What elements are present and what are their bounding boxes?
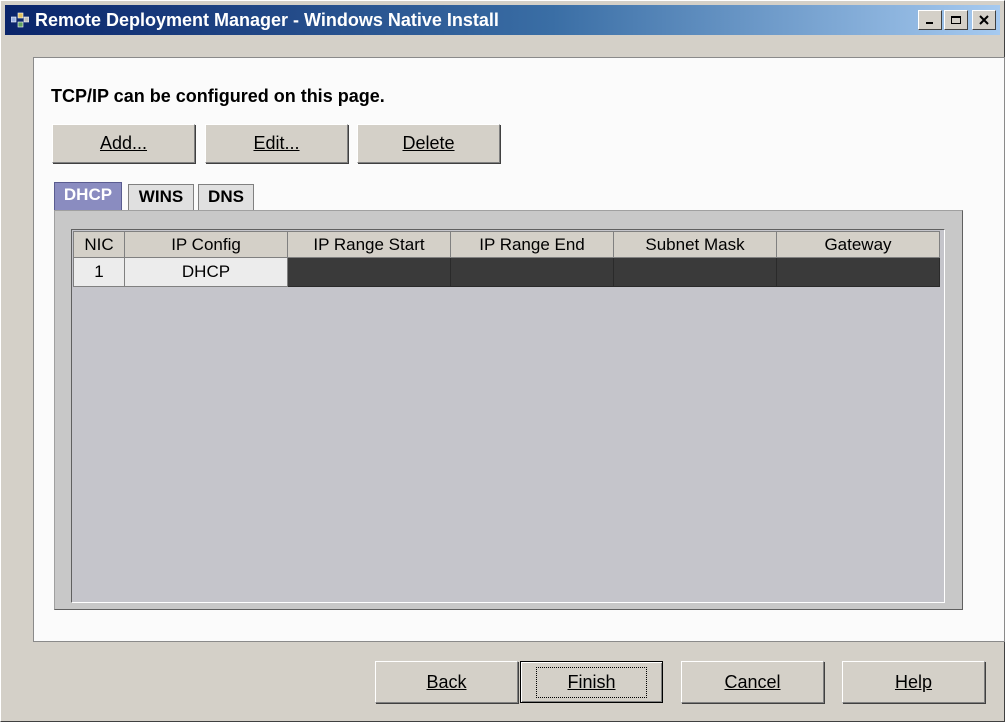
column-header-gateway[interactable]: Gateway bbox=[776, 231, 940, 258]
tab-dhcp[interactable]: DHCP bbox=[54, 182, 122, 210]
finish-button-label: Finish bbox=[567, 671, 616, 692]
nic-table: NIC IP Config IP Range Start IP Range En… bbox=[73, 231, 940, 287]
close-button[interactable] bbox=[972, 10, 996, 30]
cell-ip-range-start bbox=[287, 257, 451, 287]
window-title: Remote Deployment Manager - Windows Nati… bbox=[35, 10, 499, 30]
column-header-ip-config[interactable]: IP Config bbox=[124, 231, 288, 258]
delete-button[interactable]: Delete bbox=[357, 124, 500, 163]
cell-ip-config[interactable]: DHCP bbox=[124, 257, 288, 287]
maximize-button[interactable] bbox=[944, 10, 968, 30]
column-header-subnet-mask[interactable]: Subnet Mask bbox=[613, 231, 777, 258]
back-button[interactable]: Back bbox=[375, 661, 518, 703]
cell-nic[interactable]: 1 bbox=[73, 257, 125, 287]
nic-table-area[interactable]: NIC IP Config IP Range Start IP Range En… bbox=[71, 229, 945, 603]
maximize-icon bbox=[951, 16, 961, 24]
finish-button[interactable]: Finish bbox=[520, 661, 663, 703]
add-button[interactable]: Add... bbox=[52, 124, 195, 163]
tab-content: NIC IP Config IP Range Start IP Range En… bbox=[54, 210, 963, 610]
cancel-button-label: Cancel bbox=[724, 671, 781, 692]
content-panel: TCP/IP can be configured on this page. A… bbox=[33, 57, 1005, 642]
minimize-icon bbox=[926, 22, 933, 24]
app-window: Remote Deployment Manager - Windows Nati… bbox=[0, 0, 1005, 722]
cell-ip-range-end bbox=[450, 257, 614, 287]
column-header-ip-range-start[interactable]: IP Range Start bbox=[287, 231, 451, 258]
add-button-label: Add... bbox=[99, 133, 148, 153]
minimize-button[interactable] bbox=[918, 10, 942, 30]
column-header-nic[interactable]: NIC bbox=[73, 231, 125, 258]
help-button[interactable]: Help bbox=[842, 661, 985, 703]
delete-button-label: Delete bbox=[402, 133, 455, 153]
page-heading: TCP/IP can be configured on this page. bbox=[51, 86, 385, 106]
network-app-icon bbox=[11, 12, 29, 28]
cell-subnet-mask bbox=[613, 257, 777, 287]
edit-button-label: Edit... bbox=[253, 133, 300, 153]
tab-dns[interactable]: DNS bbox=[198, 184, 254, 210]
edit-button[interactable]: Edit... bbox=[205, 124, 348, 163]
cancel-button[interactable]: Cancel bbox=[681, 661, 824, 703]
column-header-ip-range-end[interactable]: IP Range End bbox=[450, 231, 614, 258]
table-header-row: NIC IP Config IP Range Start IP Range En… bbox=[73, 231, 940, 258]
help-button-label: Help bbox=[894, 671, 933, 692]
back-button-label: Back bbox=[426, 671, 467, 692]
cell-gateway bbox=[776, 257, 940, 287]
close-icon bbox=[979, 15, 989, 25]
table-row[interactable]: 1 DHCP bbox=[73, 257, 940, 287]
title-bar[interactable]: Remote Deployment Manager - Windows Nati… bbox=[5, 5, 1000, 35]
tab-wins[interactable]: WINS bbox=[128, 184, 194, 210]
